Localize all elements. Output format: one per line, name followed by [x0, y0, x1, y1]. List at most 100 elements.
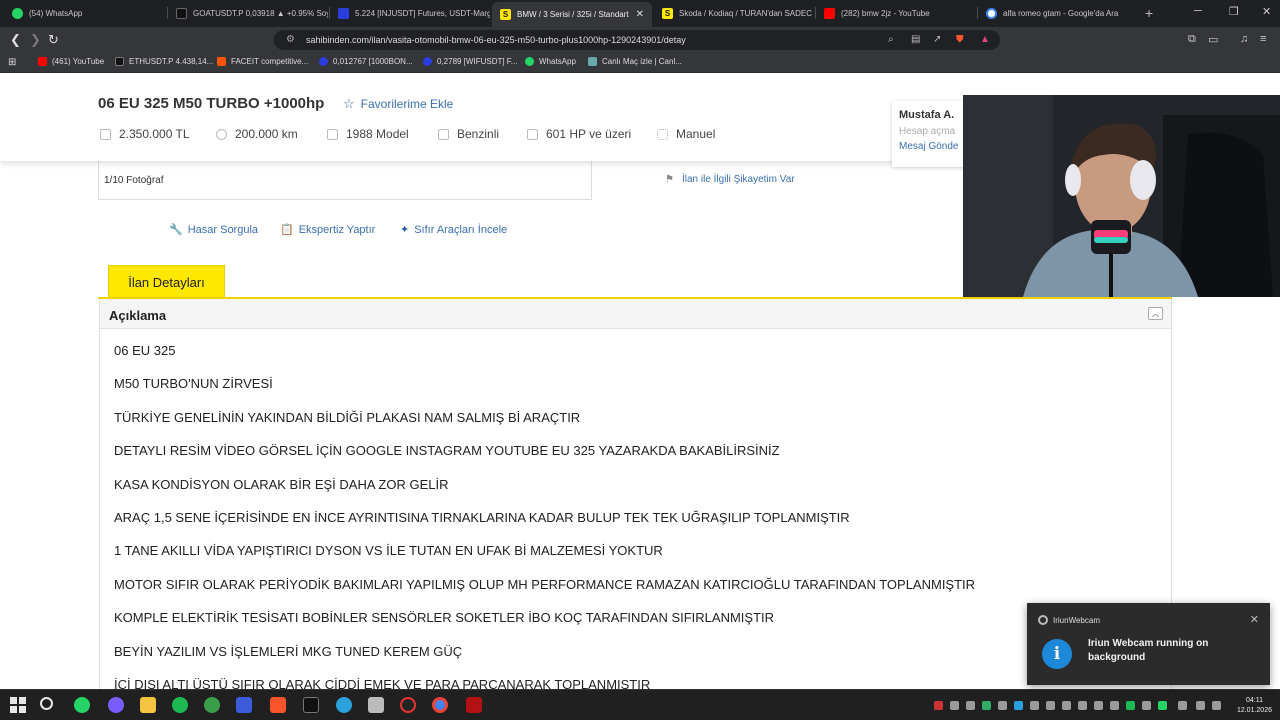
- tradingview-icon: [176, 8, 187, 19]
- reader-mode-icon[interactable]: ▤: [911, 34, 920, 45]
- extensions-icon[interactable]: ⧉: [1188, 33, 1196, 46]
- expertise-link[interactable]: 📋 Ekspertiz Yaptır: [280, 223, 375, 237]
- price-icon: [100, 128, 111, 140]
- address-bar[interactable]: ⚙ sahibinden.com/ilan/vasita-otomobil-bm…: [274, 30, 1000, 50]
- share-icon[interactable]: ↗: [933, 34, 941, 45]
- speedometer-icon: [216, 128, 227, 140]
- microphone-icon[interactable]: [1078, 701, 1087, 710]
- network-icon[interactable]: [1196, 701, 1205, 710]
- media-icon[interactable]: ♫: [1240, 33, 1248, 45]
- forward-icon[interactable]: ❯: [30, 32, 41, 48]
- spec-price: 2.350.000 TL: [100, 127, 190, 141]
- tray-icon[interactable]: [982, 701, 991, 710]
- apps-icon[interactable]: ⊞: [8, 57, 16, 68]
- whatsapp-icon[interactable]: [74, 697, 90, 713]
- description-line: DETAYLI RESİM VİDEO GÖRSEL İÇİN GOOGLE I…: [114, 443, 780, 459]
- sahibinden-icon: S: [500, 9, 511, 20]
- telegram-icon[interactable]: [336, 697, 352, 713]
- app-icon[interactable]: [466, 697, 482, 713]
- tradingview-icon: [115, 57, 124, 66]
- exchange-icon: [319, 57, 328, 66]
- bookmark-whatsapp[interactable]: WhatsApp: [525, 57, 576, 66]
- search-icon[interactable]: [40, 697, 53, 710]
- reload-icon[interactable]: ↻: [48, 32, 59, 48]
- tab-injusdt[interactable]: 5.224 [INJUSDT] Futures, USDT-Marg: [330, 3, 490, 24]
- menu-icon[interactable]: ≡: [1260, 33, 1266, 45]
- tray-icon[interactable]: [1142, 701, 1151, 710]
- webcam-feed-image: [963, 95, 1280, 297]
- brave-icon[interactable]: [270, 697, 286, 713]
- restore-icon[interactable]: ❐: [1229, 5, 1239, 18]
- brave-shields-icon[interactable]: ⛊: [956, 34, 964, 45]
- close-window-icon[interactable]: ✕: [1262, 5, 1271, 18]
- bookmark-canli-mac[interactable]: Canlı Maç izle | Canl...: [588, 57, 682, 66]
- tab-goatusdt[interactable]: GOATUSDT.P 0,03918 ▲ +0.95% Soy: [168, 3, 328, 24]
- close-tab-icon[interactable]: ✕: [636, 9, 644, 20]
- tray-icon[interactable]: [1110, 701, 1119, 710]
- notification-toast[interactable]: IriunWebcam ✕ i Iriun Webcam running on …: [1027, 603, 1270, 685]
- bookmark-faceit[interactable]: FACEIT competitive...: [217, 57, 308, 66]
- description-body: 06 EU 325 M50 TURBO'NUN ZİRVESİ TÜRKİYE …: [114, 343, 975, 689]
- tray-icon[interactable]: [1014, 701, 1023, 710]
- bookmark-1000bon[interactable]: 0,012767 [1000BON...: [319, 57, 413, 66]
- sahibinden-icon: S: [662, 8, 673, 19]
- tab-bmw-active[interactable]: S BMW / 3 Serisi / 325i / Standart ✕: [492, 2, 652, 27]
- sidebar-icon[interactable]: ▭: [1208, 33, 1218, 46]
- zoom-icon[interactable]: ⌕: [888, 34, 894, 45]
- start-icon[interactable]: [10, 697, 26, 713]
- add-favorite-button[interactable]: ☆ Favorilerime Ekle: [343, 96, 453, 112]
- tray-icon[interactable]: [1062, 701, 1071, 710]
- address-toolbar: ❮ ❯ ↻ ⚙ sahibinden.com/ilan/vasita-otomo…: [0, 27, 1280, 53]
- close-icon[interactable]: ✕: [1250, 613, 1259, 626]
- chrome-icon[interactable]: [432, 697, 448, 713]
- bookmark-youtube[interactable]: (461) YouTube: [38, 57, 104, 66]
- notification-app-name: IriunWebcam: [1053, 616, 1100, 625]
- discord-icon[interactable]: [108, 697, 124, 713]
- calculator-icon[interactable]: [368, 697, 384, 713]
- whatsapp-tray-icon[interactable]: [1158, 701, 1167, 710]
- volume-icon[interactable]: [1212, 701, 1221, 710]
- tray-icon[interactable]: [1030, 701, 1039, 710]
- new-cars-link[interactable]: ✦ Sıfır Araçları İncele: [400, 223, 507, 237]
- site-info-icon[interactable]: ⚙: [286, 34, 295, 45]
- car-spark-icon: ✦: [400, 224, 410, 236]
- url-text[interactable]: sahibinden.com/ilan/vasita-otomobil-bmw-…: [306, 35, 686, 45]
- new-tab-icon[interactable]: +: [1145, 5, 1153, 21]
- report-listing-link[interactable]: ⚑ İlan ile İlgili Şikayetim Var: [665, 174, 795, 185]
- tray-icon[interactable]: [998, 701, 1007, 710]
- tab-skoda[interactable]: S Skoda / Kodiaq / TURAN'dan SADEC: [654, 3, 814, 24]
- file-explorer-icon[interactable]: [140, 697, 156, 713]
- bookmark-ethusdt[interactable]: ETHUSDT.P 4.438,14...: [115, 57, 213, 66]
- wrench-icon: 🔧: [169, 224, 183, 236]
- language-icon[interactable]: [1178, 701, 1187, 710]
- tray-icon[interactable]: [1046, 701, 1055, 710]
- tab-listing-details[interactable]: İlan Detayları: [108, 265, 225, 298]
- tray-icon[interactable]: [966, 701, 975, 710]
- back-icon[interactable]: ❮: [10, 32, 21, 48]
- tab-google[interactable]: alfa romeo gtam - Google'da Ara: [978, 3, 1140, 24]
- spec-km: 200.000 km: [216, 127, 298, 141]
- tab-youtube[interactable]: (282) bmw 2jz - YouTube: [816, 3, 976, 24]
- description-line: KASA KONDİSYON OLARAK BİR EŞİ DAHA ZOR G…: [114, 476, 449, 492]
- damage-query-link[interactable]: 🔧 Hasar Sorgula: [169, 223, 258, 237]
- spotify-tray-icon[interactable]: [1126, 701, 1135, 710]
- spotify-icon[interactable]: [172, 697, 188, 713]
- monitor-app-icon[interactable]: [236, 697, 252, 713]
- xbox-icon[interactable]: [204, 697, 220, 713]
- tradingview-icon[interactable]: [303, 697, 319, 713]
- obs-icon[interactable]: [400, 697, 416, 713]
- google-icon: [986, 8, 997, 19]
- tray-icon[interactable]: [950, 701, 959, 710]
- description-line: KOMPLE ELEKTİRİK TESİSATI BOBİNLER SENSÖ…: [114, 610, 775, 626]
- brave-rewards-icon[interactable]: ▲: [980, 34, 990, 45]
- collapse-chevron-icon[interactable]: ︿: [1148, 307, 1163, 320]
- bookmarks-bar: ⊞ (461) YouTube ETHUSDT.P 4.438,14... FA…: [0, 53, 1280, 73]
- tab-whatsapp[interactable]: (54) WhatsApp: [4, 3, 166, 24]
- tray-icon[interactable]: [934, 701, 943, 710]
- bookmark-wifusdt[interactable]: 0,2789 [WIFUSDT] F...: [423, 57, 517, 66]
- windows-taskbar: 04:11 12.01.2026: [0, 689, 1280, 720]
- minimize-icon[interactable]: ─: [1194, 5, 1202, 17]
- notification-message: Iriun Webcam running on background: [1088, 638, 1209, 663]
- system-clock[interactable]: 04:11 12.01.2026: [1237, 696, 1272, 716]
- tray-icon[interactable]: [1094, 701, 1103, 710]
